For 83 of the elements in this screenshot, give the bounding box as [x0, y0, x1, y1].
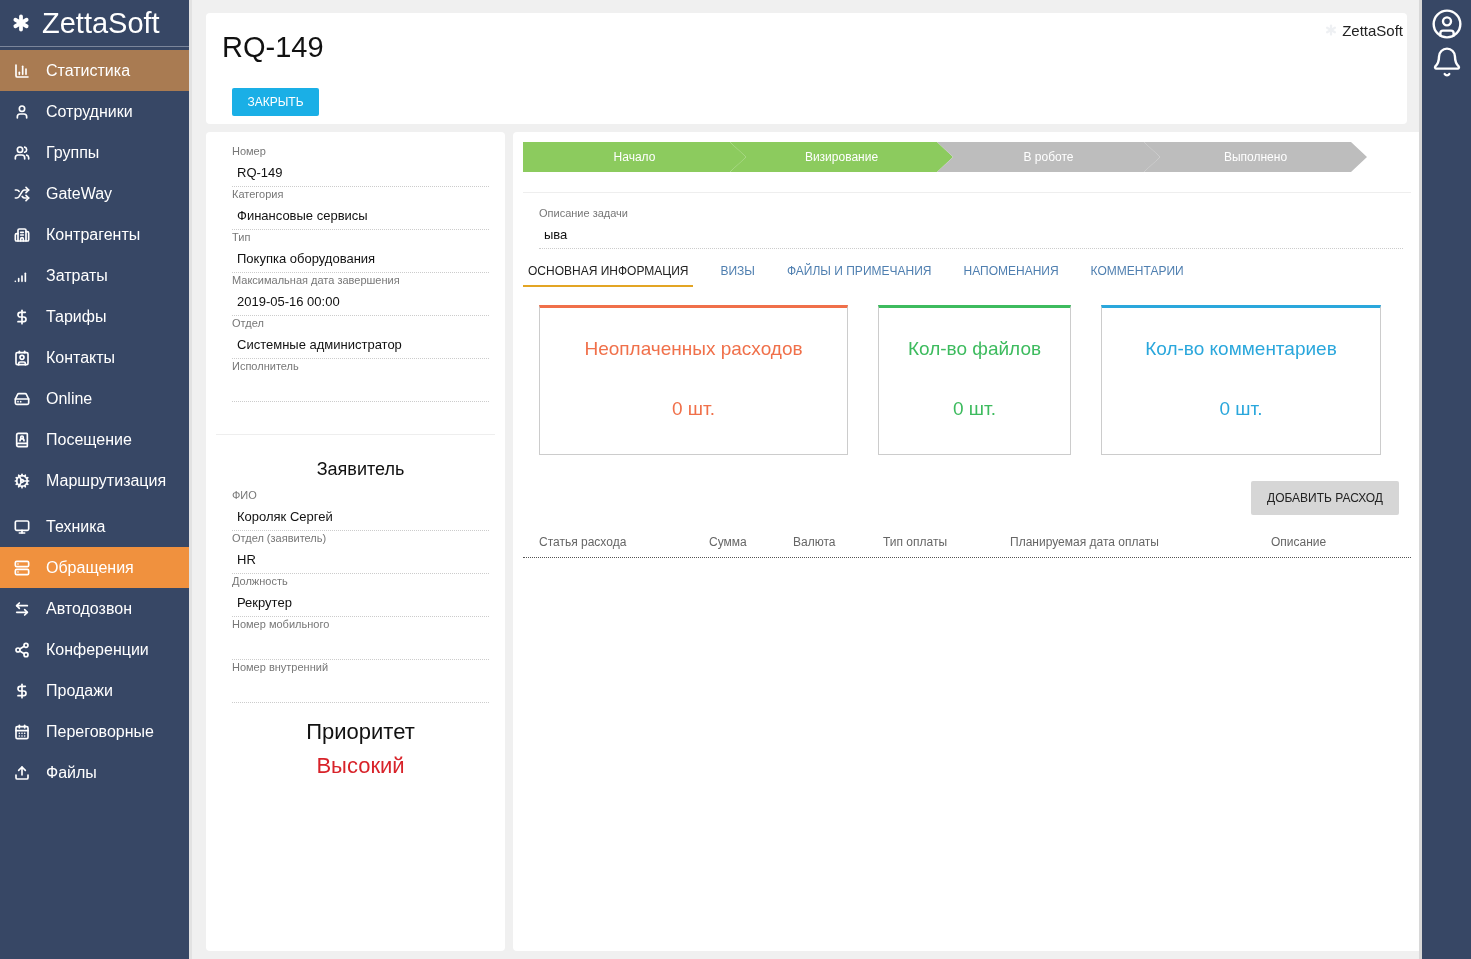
field-value: 2019-05-16 00:00: [236, 293, 341, 310]
sidebar-item[interactable]: GateWay: [0, 173, 189, 214]
field-value: HR: [236, 551, 257, 568]
priority-title: Приоритет: [305, 719, 416, 745]
tab[interactable]: ВИЗЫ: [715, 261, 760, 287]
sidebar-item[interactable]: Техника: [0, 506, 189, 547]
field-label: Исполнитель: [232, 359, 300, 374]
stat-title: Неоплаченных расходов: [584, 338, 803, 360]
sidebar-item[interactable]: Автодозвон: [0, 588, 189, 629]
column-header: Планируемая дата оплаты: [1010, 535, 1160, 549]
column-header: Валюта: [793, 535, 837, 549]
stat-count: 0 шт.: [672, 398, 715, 420]
request-title: RQ-149: [222, 31, 324, 64]
sidebar-item[interactable]: Статистика: [0, 50, 189, 91]
field-label: Номер мобильного: [232, 617, 331, 632]
drive-icon: [14, 390, 30, 407]
sidebar-item[interactable]: Контрагенты: [0, 214, 189, 255]
user-icon: [14, 103, 30, 120]
sidebar-item[interactable]: Файлы: [0, 752, 189, 793]
sidebar-item[interactable]: Группы: [0, 132, 189, 173]
share-icon: [14, 641, 30, 658]
field-label: Отдел: [232, 316, 265, 331]
column-header: Сумма: [709, 535, 748, 549]
field-label: Номер: [232, 144, 267, 159]
field-label: Категория: [232, 187, 285, 202]
list-icon: [14, 559, 30, 576]
stat-count: 0 шт.: [1219, 398, 1263, 420]
stage-step: Выполнено: [1144, 142, 1367, 172]
stat-title: Кол-во комментариев: [1145, 338, 1337, 360]
user-avatar-icon[interactable]: [1430, 8, 1463, 40]
dollar-icon: [14, 308, 30, 325]
stat-title: Кол-во файлов: [907, 338, 1042, 360]
sidebar-item[interactable]: Конференции: [0, 629, 189, 670]
field-value: Рекрутер: [236, 594, 293, 611]
tab[interactable]: КОММЕНТАРИИ: [1085, 261, 1189, 287]
field-value: ыва: [544, 227, 569, 242]
sidebar-item[interactable]: Затраты: [0, 255, 189, 296]
field-value: Финансовые сервисы: [236, 207, 369, 224]
field-label: Отдел (заявитель): [232, 531, 328, 546]
field-value: Короляк Сергей: [236, 508, 334, 525]
sidebar-item[interactable]: Маршрутизация: [0, 460, 189, 501]
sidebar-item[interactable]: Посещение: [0, 419, 189, 460]
tab[interactable]: НАПОМЕНАНИЯ: [958, 261, 1064, 287]
dollar-icon: [14, 682, 30, 699]
sidebar-item[interactable]: Контакты: [0, 337, 189, 378]
field-label: Номер внутренний: [232, 660, 330, 675]
stage-step: Визирование: [730, 142, 953, 172]
address-book-icon: [14, 431, 30, 448]
tab[interactable]: ОСНОВНАЯ ИНФОРМАЦИЯ: [523, 261, 694, 287]
sidebar-item[interactable]: Продажи: [0, 670, 189, 711]
tab[interactable]: ФАЙЛЫ И ПРИМЕЧАНИЯ: [781, 261, 937, 287]
stage-step: В роботе: [937, 142, 1160, 172]
bar-chart-icon: [14, 62, 30, 79]
stage-step: Начало: [523, 142, 746, 172]
field-value: Системные администратор: [236, 336, 403, 353]
brand-text: ZettaSoft: [1342, 21, 1403, 39]
logo-text: ZettaSoft: [42, 6, 160, 40]
field-label: Тип: [232, 230, 252, 245]
shuffle-icon: [14, 185, 30, 202]
column-header: Статья расхода: [539, 535, 628, 549]
column-header: Тип оплаты: [883, 535, 949, 549]
sidebar-item[interactable]: Online: [0, 378, 189, 419]
arrows-icon: [14, 600, 30, 617]
field-value: RQ-149: [236, 164, 284, 181]
field-label: Должность: [232, 574, 289, 589]
field-label: Максимальная дата завершения: [232, 273, 401, 288]
sidebar-item[interactable]: Переговорные: [0, 711, 189, 752]
building-icon: [14, 226, 30, 243]
field-value: Покупка оборудования: [236, 250, 377, 267]
priority-value: Высокий: [315, 753, 406, 779]
sidebar-item[interactable]: Тарифы: [0, 296, 189, 337]
section-title: Заявитель: [315, 459, 406, 480]
add-expense-button[interactable]: ДОБАВИТЬ РАСХОД: [1251, 481, 1399, 515]
column-header: Описание: [1271, 535, 1328, 549]
monitor-icon: [14, 518, 30, 535]
sidebar-item[interactable]: Сотрудники: [0, 91, 189, 132]
contact-card-icon: [14, 349, 30, 366]
calendar-icon: [14, 723, 30, 740]
field-label: ФИО: [232, 488, 258, 503]
users-icon: [14, 144, 30, 161]
stat-count: 0 шт.: [953, 398, 996, 420]
upload-icon: [14, 764, 30, 781]
field-label: Описание задачи: [539, 207, 629, 219]
